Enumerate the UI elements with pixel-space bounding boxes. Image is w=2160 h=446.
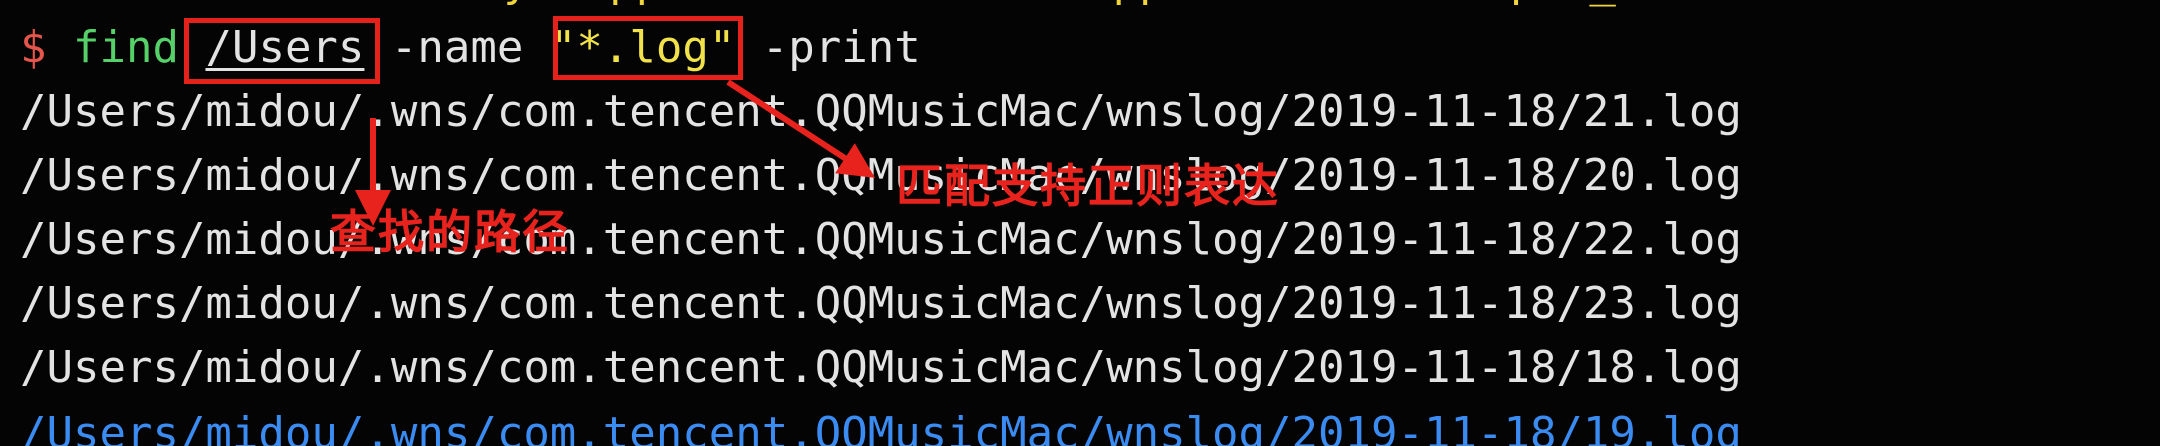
name-flag: -name bbox=[390, 22, 524, 73]
terminal-window[interactable]: y pp pp p _ $ find /Users -name "*.log" … bbox=[0, 0, 2160, 446]
path-highlight-box bbox=[184, 18, 380, 84]
command-line: $ find /Users -name "*.log" -print bbox=[20, 18, 921, 78]
print-flag: -print bbox=[761, 22, 921, 73]
output-line-partial: /Users/midou/.wns/com.tencent.QQMusicMac… bbox=[20, 408, 1742, 446]
path-annotation-label: 查找的路径 bbox=[330, 205, 570, 259]
output-line: /Users/midou/.wns/com.tencent.QQMusicMac… bbox=[20, 278, 1742, 329]
pattern-highlight-box bbox=[553, 16, 743, 80]
previous-line-fragment: y pp pp p _ bbox=[0, 0, 2160, 14]
output-line: /Users/midou/.wns/com.tencent.QQMusicMac… bbox=[20, 86, 1742, 137]
pattern-annotation-label: 匹配支持正则表达 bbox=[896, 159, 1280, 213]
output-line: /Users/midou/.wns/com.tencent.QQMusicMac… bbox=[20, 214, 1742, 265]
command-name: find bbox=[73, 22, 179, 73]
output-line: /Users/midou/.wns/com.tencent.QQMusicMac… bbox=[20, 342, 1742, 393]
prompt-symbol: $ bbox=[20, 22, 47, 73]
output-line: /Users/midou/.wns/com.tencent.QQMusicMac… bbox=[20, 150, 1742, 201]
previous-line-text: y pp pp p _ bbox=[0, 0, 1616, 12]
